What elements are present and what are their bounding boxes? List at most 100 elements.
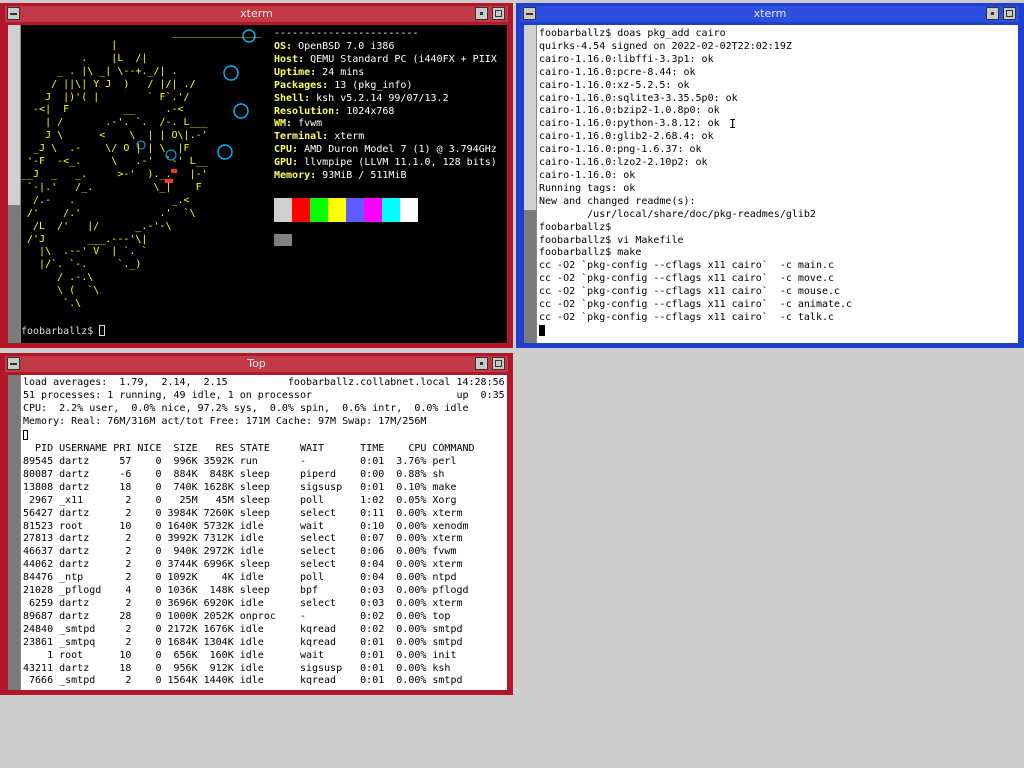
terminal-screen[interactable]: _______________ | . |L /| _ . |\ _| \--+… <box>21 25 507 343</box>
window-title: Top <box>247 357 266 370</box>
terminal-line: cc -O2 `pkg-config --cflags x11 cairo` -… <box>539 311 835 323</box>
top-summary-line: CPU: 2.2% user, 0.0% nice, 97.2% sys, 0.… <box>23 402 469 414</box>
logo-line: J \ < \ | | O\|.-' <box>45 130 208 142</box>
titlebar[interactable]: Top <box>5 356 508 372</box>
palette-swatch <box>364 198 382 222</box>
info-key: CPU: <box>274 144 299 156</box>
logo-line: /L /' |/ _.-'-\ <box>33 220 172 232</box>
xterm-window-left[interactable]: xterm _______________ | . |L /| _ . |\ _… <box>0 3 513 348</box>
info-row: GPU: llvmpipe (LLVM 11.1.0, 128 bits) <box>274 157 497 170</box>
terminal-line: quirks-4.54 signed on 2022-02-02T22:02:1… <box>539 40 792 52</box>
window-title: xterm <box>240 7 273 20</box>
scrollbar[interactable] <box>524 25 537 343</box>
logo-line: '-F -<_. \ .-' `-' L__ <box>27 156 208 168</box>
palette-swatch <box>400 198 418 222</box>
terminal-area[interactable]: _______________ | . |L /| _ . |\ _| \--+… <box>8 25 507 343</box>
logo-line: _J \ .- \/ O | | \ |F <box>33 143 190 155</box>
terminal-line: cairo-1.16.0:sqlite3-3.35.5p0: ok <box>539 92 738 104</box>
info-row: OS: OpenBSD 7.0 i386 <box>274 41 497 54</box>
scrollbar-thumb[interactable] <box>8 375 20 690</box>
process-row: 89545 dartz 57 0 996K 3592K run - 0:01 3… <box>23 456 457 467</box>
logo-line: _______________ <box>171 27 262 38</box>
scrollbar[interactable] <box>8 375 21 690</box>
info-key: Memory: <box>274 170 317 182</box>
scrollbar-thumb[interactable] <box>8 205 20 343</box>
info-row: Packages: 13 (pkg_info) <box>274 80 497 93</box>
process-row: 80087 dartz -6 0 884K 848K sleep piperd … <box>23 468 445 480</box>
shell-prompt: foobarballz$ <box>21 326 100 338</box>
terminal-line: cairo-1.16.0:libffi-3.3p1: ok <box>539 53 714 65</box>
info-value: 93MiB / 511MiB <box>316 170 407 182</box>
terminal-screen[interactable]: load averages: 1.79, 2.14, 2.15 foobarba… <box>21 375 507 690</box>
terminal-line: foobarballz$ <box>539 221 612 233</box>
terminal-line: cairo-1.16.0:glib2-2.68.4: ok <box>539 131 714 143</box>
info-key: WM: <box>274 118 293 130</box>
palette-swatch <box>382 198 400 222</box>
maximize-button[interactable] <box>492 7 505 20</box>
logo-line: J |)'( | ` F`.'/ <box>45 91 190 103</box>
terminal-line: foobarballz$ vi Makefile <box>539 234 684 246</box>
xterm-window-right[interactable]: xterm foobarballz$ doas pkg_add cairo qu… <box>516 3 1024 348</box>
process-row: 89687 dartz 28 0 1000K 2052K onproc - 0:… <box>23 610 451 622</box>
info-key: Uptime: <box>274 66 317 78</box>
text-cursor <box>99 325 106 337</box>
process-row: 43211 dartz 18 0 956K 912K idle sigsusp … <box>23 662 451 674</box>
terminal-output: foobarballz$ doas pkg_add cairo quirks-4… <box>539 28 852 339</box>
process-table-header: PID USERNAME PRI NICE SIZE RES STATE WAI… <box>23 443 475 454</box>
terminal-line: /usr/local/share/doc/pkg-readmes/glib2 <box>587 208 816 220</box>
logo-line: / .-.\ <box>57 272 94 284</box>
info-value: OpenBSD 7.0 i386 <box>292 41 395 52</box>
scrollbar[interactable] <box>8 25 21 343</box>
logo-line: / ||\| Y J ) / |/| ./ <box>51 78 196 90</box>
terminal-line: cc -O2 `pkg-config --cflags x11 cairo` -… <box>539 260 835 272</box>
info-key: OS: <box>274 41 293 52</box>
titlebar[interactable]: xterm <box>5 6 508 22</box>
info-value: 24 mins <box>316 66 365 78</box>
process-row: 21028 _pflogd 4 0 1036K 148K sleep bpf 0… <box>23 585 469 597</box>
shell-prompt-line[interactable]: foobarballz$ <box>21 325 106 339</box>
terminal-line: Running tags: ok <box>539 182 636 194</box>
neofetch-info: OS: OpenBSD 7.0 i386 Host: QEMU Standard … <box>274 41 497 183</box>
palette-swatch <box>292 198 310 222</box>
process-row: 6259 dartz 2 0 3696K 6920K idle select 0… <box>29 597 463 609</box>
process-row: 13808 dartz 18 0 740K 1628K sleep sigsus… <box>23 481 457 493</box>
iconify-button[interactable] <box>475 7 488 20</box>
terminal-line: cc -O2 `pkg-config --cflags x11 cairo` -… <box>539 299 853 311</box>
iconify-button[interactable] <box>475 357 488 370</box>
process-row: 46637 dartz 2 0 940K 2972K idle select 0… <box>23 546 457 558</box>
info-key: Shell: <box>274 92 311 104</box>
info-value: AMD Duron Model 7 (1) @ 3.794GHz <box>298 144 497 156</box>
palette-swatch <box>274 198 292 222</box>
logo-line: /' /.' .' `\ <box>27 207 196 219</box>
scrollbar-thumb[interactable] <box>524 210 536 343</box>
terminal-line: cairo-1.16.0: ok <box>539 169 636 181</box>
terminal-screen[interactable]: foobarballz$ doas pkg_add cairo quirks-4… <box>537 25 1018 343</box>
logo-line: __J _ _. >-' )._. |-' <box>21 168 208 180</box>
maximize-button[interactable] <box>1003 7 1016 20</box>
logo-line: `.\ <box>63 298 82 310</box>
logo-line: |\ .--' V | `. ` <box>39 246 148 258</box>
terminal-line: cc -O2 `pkg-config --cflags x11 cairo` -… <box>539 286 841 298</box>
terminal-area[interactable]: foobarballz$ doas pkg_add cairo quirks-4… <box>524 25 1018 343</box>
terminal-line: cairo-1.16.0:lzo2-2.10p2: ok <box>539 157 708 169</box>
process-row: 27813 dartz 2 0 3992K 7312K idle select … <box>23 533 463 545</box>
terminal-line: cc -O2 `pkg-config --cflags x11 cairo` -… <box>539 273 835 285</box>
info-row: Memory: 93MiB / 511MiB <box>274 170 497 183</box>
top-cursor-line <box>23 430 28 444</box>
process-row: 2967 _x11 2 0 25M 45M sleep poll 1:02 0.… <box>29 494 457 506</box>
top-summary-line: 51 processes: 1 running, 49 idle, 1 on p… <box>23 389 505 401</box>
top-window[interactable]: Top load averages: 1.79, 2.14, 2.15 foob… <box>0 353 513 695</box>
top-header: load averages: 1.79, 2.14, 2.15 foobarba… <box>23 377 505 429</box>
maximize-button[interactable] <box>492 357 505 370</box>
palette-swatch <box>310 198 328 222</box>
info-value: llvmpipe (LLVM 11.1.0, 128 bits) <box>298 157 497 169</box>
mouse-ibeam-cursor: I <box>729 117 737 131</box>
iconify-button[interactable] <box>986 7 999 20</box>
titlebar[interactable]: xterm <box>521 6 1019 22</box>
top-summary-line: Memory: Real: 76M/316M act/tot Free: 171… <box>23 415 427 427</box>
logo-line: _ . |\ _| \--+._/| . <box>57 65 178 77</box>
info-row: Resolution: 1024x768 <box>274 106 497 119</box>
logo-line: `-|.' /_. \_| F <box>27 181 202 193</box>
info-row: CPU: AMD Duron Model 7 (1) @ 3.794GHz <box>274 144 497 157</box>
terminal-area[interactable]: load averages: 1.79, 2.14, 2.15 foobarba… <box>8 375 507 690</box>
